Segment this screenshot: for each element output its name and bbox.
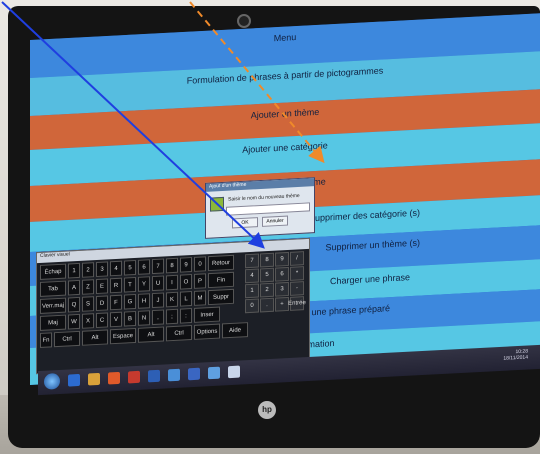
blue-arrow <box>1 1 265 249</box>
annotation-arrows <box>1 1 325 249</box>
orange-dashed-arrow <box>189 1 325 164</box>
